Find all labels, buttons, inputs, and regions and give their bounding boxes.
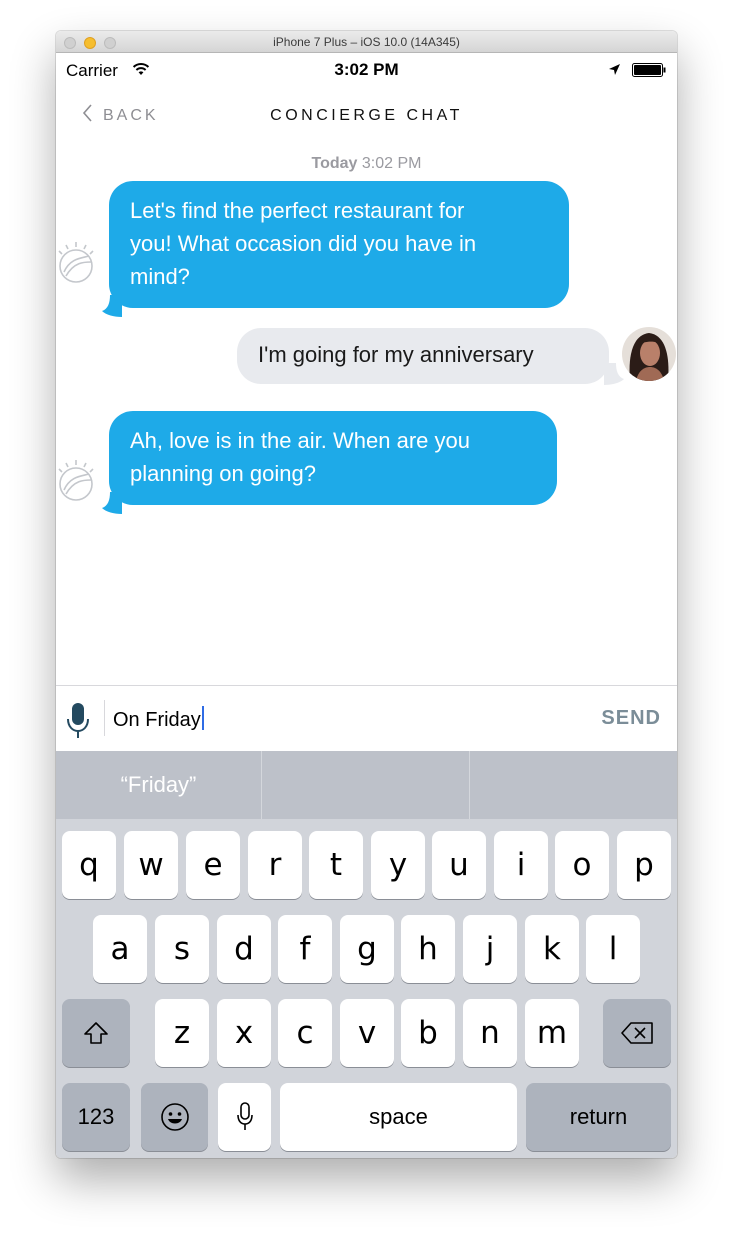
date-day: Today: [311, 155, 358, 172]
backspace-icon: [621, 1022, 653, 1044]
key-w[interactable]: w: [124, 831, 178, 899]
key-d[interactable]: d: [217, 915, 271, 983]
page-title: CONCIERGE CHAT: [270, 107, 463, 124]
simulator-window: iPhone 7 Plus – iOS 10.0 (14A345) Carrie…: [56, 31, 677, 1158]
send-button[interactable]: SEND: [601, 707, 661, 730]
text-caret: [201, 706, 204, 730]
shift-key[interactable]: [62, 999, 130, 1067]
message-line: planning on going?: [130, 461, 316, 486]
key-s[interactable]: s: [155, 915, 209, 983]
message-input[interactable]: On Friday: [113, 706, 204, 732]
key-t[interactable]: t: [309, 831, 363, 899]
key-n[interactable]: n: [463, 999, 517, 1067]
message-input-value: On Friday: [113, 709, 201, 731]
key-q[interactable]: q: [62, 831, 116, 899]
key-p[interactable]: p: [617, 831, 671, 899]
dictation-key[interactable]: [218, 1083, 271, 1151]
suggestion-item[interactable]: [262, 751, 469, 819]
microphone-icon: [236, 1102, 253, 1130]
key-h[interactable]: h: [401, 915, 455, 983]
suggestion-item[interactable]: [470, 751, 677, 819]
key-g[interactable]: g: [340, 915, 394, 983]
emoji-key[interactable]: [141, 1083, 208, 1151]
message-line: you! What occasion did you have in: [130, 231, 477, 256]
key-j[interactable]: j: [463, 915, 517, 983]
battery-icon: [632, 63, 666, 77]
return-key[interactable]: return: [526, 1083, 671, 1151]
emoji-icon: [160, 1103, 189, 1131]
key-l[interactable]: l: [586, 915, 640, 983]
space-key[interactable]: space: [280, 1083, 517, 1151]
status-time: 3:02 PM: [334, 60, 399, 79]
window-titlebar: iPhone 7 Plus – iOS 10.0 (14A345): [56, 31, 677, 53]
keyboard: “Friday” q w e r t y u i o p a s d f g h…: [56, 751, 677, 1158]
microphone-icon[interactable]: [66, 702, 90, 745]
bot-message-bubble: Let's find the perfect restaurant for yo…: [109, 181, 569, 308]
user-avatar: [622, 327, 676, 381]
message-line: Ah, love is in the air. When are you: [130, 428, 470, 453]
key-m[interactable]: m: [525, 999, 579, 1067]
key-o[interactable]: o: [555, 831, 609, 899]
key-c[interactable]: c: [278, 999, 332, 1067]
key-y[interactable]: y: [371, 831, 425, 899]
window-title: iPhone 7 Plus – iOS 10.0 (14A345): [273, 35, 460, 49]
key-z[interactable]: z: [155, 999, 209, 1067]
backspace-key[interactable]: [603, 999, 671, 1067]
message-line: mind?: [130, 264, 190, 289]
shift-icon: [84, 1022, 108, 1044]
message-line: I'm going for my anniversary: [258, 342, 534, 367]
chat-thread[interactable]: Today 3:02 PM Let's find the perfect res…: [56, 145, 677, 685]
input-divider: [104, 700, 105, 736]
key-r[interactable]: r: [248, 831, 302, 899]
key-k[interactable]: k: [525, 915, 579, 983]
key-f[interactable]: f: [278, 915, 332, 983]
key-v[interactable]: v: [340, 999, 394, 1067]
message-input-bar: On Friday SEND: [56, 685, 677, 751]
numbers-key[interactable]: 123: [62, 1083, 130, 1151]
bot-avatar-icon: [58, 460, 94, 501]
key-e[interactable]: e: [186, 831, 240, 899]
key-u[interactable]: u: [432, 831, 486, 899]
key-i[interactable]: i: [494, 831, 548, 899]
bot-avatar-icon: [58, 242, 94, 283]
bot-message-bubble: Ah, love is in the air. When are you pla…: [109, 411, 557, 505]
key-a[interactable]: a: [93, 915, 147, 983]
user-message-bubble: I'm going for my anniversary: [237, 328, 609, 384]
key-b[interactable]: b: [401, 999, 455, 1067]
location-arrow-icon: [608, 63, 621, 81]
chat-date-header: Today 3:02 PM: [56, 155, 677, 173]
suggestion-item[interactable]: “Friday”: [56, 751, 261, 819]
key-x[interactable]: x: [217, 999, 271, 1067]
suggestion-bar: “Friday”: [56, 751, 677, 819]
status-bar: Carrier 3:02 PM: [56, 53, 677, 87]
user-bubble-tail: [604, 363, 624, 385]
navigation-bar: BACK CONCIERGE CHAT: [56, 87, 677, 145]
message-line: Let's find the perfect restaurant for: [130, 198, 465, 223]
date-time: 3:02 PM: [361, 155, 422, 172]
